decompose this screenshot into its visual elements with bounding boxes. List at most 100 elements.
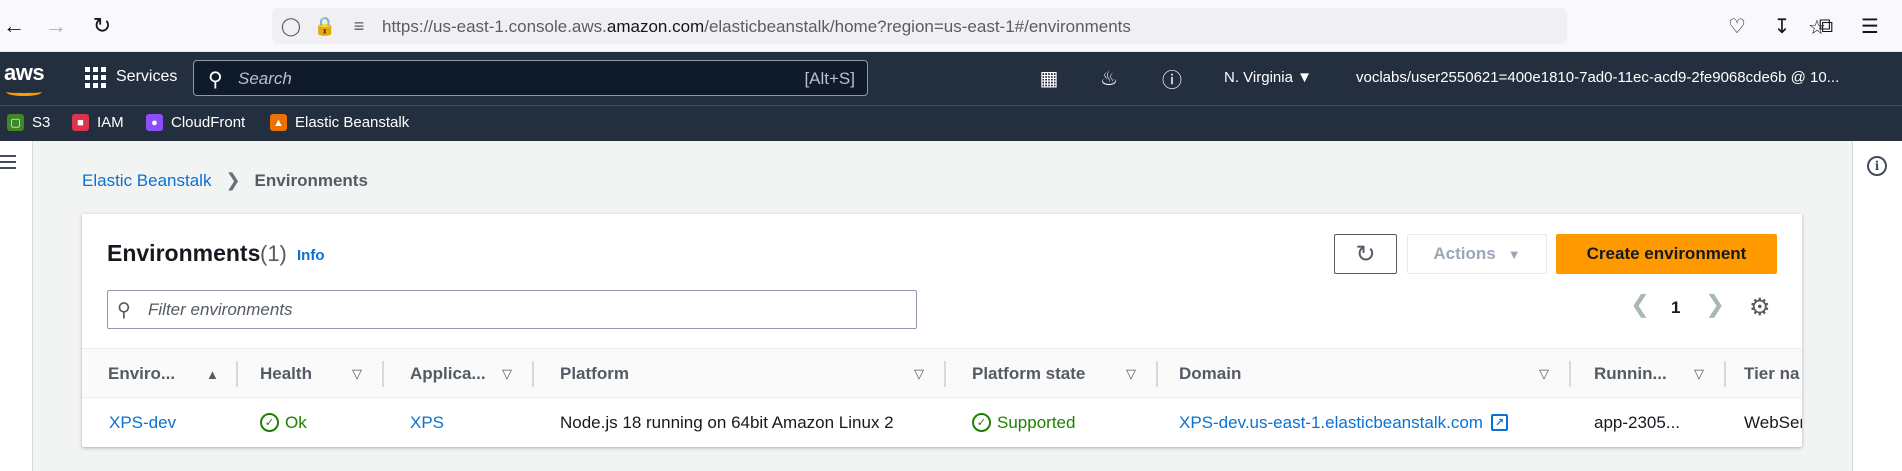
aws-top-nav: aws Services ⚲ Search [Alt+S] ▦ ♨ ⓘ N. V… — [0, 52, 1902, 105]
column-tier[interactable]: Tier na — [1744, 349, 1802, 399]
column-label: Tier na — [1744, 364, 1800, 383]
environment-count: (1) — [260, 241, 287, 266]
sort-icon[interactable]: ▽ — [1539, 366, 1549, 382]
sort-icon[interactable]: ▽ — [1694, 366, 1704, 382]
favorite-label: IAM — [97, 114, 124, 131]
check-circle-icon: ✓ — [972, 413, 991, 432]
region-selector[interactable]: N. Virginia ▼ — [1224, 69, 1312, 86]
sort-icon[interactable]: ▽ — [914, 366, 924, 382]
notifications-bell-icon[interactable]: ♨ — [1096, 65, 1122, 91]
column-label: Enviro... — [108, 364, 176, 383]
pocket-icon[interactable]: ♡ — [1723, 12, 1751, 40]
sort-icon[interactable]: ▽ — [352, 366, 362, 382]
favorite-label: CloudFront — [171, 114, 246, 131]
aws-smile-icon — [6, 88, 42, 96]
aws-logo[interactable]: aws — [4, 60, 45, 86]
column-application[interactable]: Applica... ▽ — [410, 349, 534, 399]
column-divider[interactable] — [1156, 361, 1158, 387]
sort-icon[interactable]: ▽ — [1126, 366, 1136, 382]
browser-toolbar: ← → ↻ ◯ 🔒 ≡ https://us-east-1.console.aw… — [0, 0, 1902, 52]
column-label: Applica... — [410, 364, 486, 383]
breadcrumb-elastic-beanstalk[interactable]: Elastic Beanstalk — [82, 171, 211, 191]
environment-link[interactable]: XPS-dev — [109, 398, 176, 447]
refresh-button[interactable]: ↻ — [1334, 234, 1397, 274]
cloudfront-icon: ● — [146, 114, 163, 131]
favorite-iam[interactable]: ■ IAM — [72, 114, 124, 131]
breadcrumb: Elastic Beanstalk ❯ Environments — [82, 170, 368, 191]
column-divider[interactable] — [236, 361, 238, 387]
column-platform[interactable]: Platform ▽ — [560, 349, 946, 399]
column-label: Health — [260, 364, 312, 383]
cloudshell-icon[interactable]: ▦ — [1036, 65, 1062, 91]
breadcrumb-current: Environments — [254, 170, 368, 190]
extensions-icon[interactable]: ⧉ — [1812, 12, 1840, 40]
account-menu[interactable]: voclabs/user2550621=400e1810-7ad0-11ec-a… — [1356, 69, 1839, 86]
reload-icon[interactable]: ↻ — [88, 12, 116, 40]
lock-icon[interactable]: 🔒 — [314, 15, 336, 37]
domain-label: XPS-dev.us-east-1.elasticbeanstalk.com — [1179, 412, 1483, 432]
platform-state-label: Supported — [997, 412, 1076, 432]
column-label: Platform state — [972, 364, 1086, 383]
services-grid-icon[interactable] — [85, 67, 106, 88]
column-divider[interactable] — [1724, 361, 1726, 387]
actions-button[interactable]: Actions ▼ — [1407, 234, 1547, 274]
column-divider[interactable] — [382, 361, 384, 387]
chevron-right-icon: ❯ — [225, 170, 241, 190]
favorite-cloudfront[interactable]: ● CloudFront — [146, 114, 245, 131]
column-divider[interactable] — [944, 361, 946, 387]
page-number[interactable]: 1 — [1671, 298, 1680, 318]
favorite-s3[interactable]: ▢ S3 — [7, 114, 50, 131]
permissions-icon[interactable]: ≡ — [348, 15, 370, 37]
check-circle-icon: ✓ — [260, 413, 279, 432]
gear-icon[interactable]: ⚙ — [1749, 293, 1771, 322]
column-running-version[interactable]: Runnin... ▽ — [1594, 349, 1726, 399]
s3-icon: ▢ — [7, 114, 24, 131]
create-environment-button[interactable]: Create environment — [1556, 234, 1777, 274]
elastic-beanstalk-icon: ▲ — [270, 114, 287, 131]
filter-environments-input[interactable]: ⚲ Filter environments — [107, 290, 917, 329]
column-divider[interactable] — [532, 361, 534, 387]
search-input[interactable]: ⚲ Search [Alt+S] — [193, 60, 868, 96]
health-label: Ok — [285, 412, 307, 432]
refresh-icon: ↻ — [1355, 240, 1376, 268]
caret-down-icon: ▼ — [1507, 246, 1521, 262]
search-icon: ⚲ — [117, 300, 131, 321]
favorite-label: S3 — [32, 114, 51, 131]
download-icon[interactable]: ↧ — [1768, 12, 1796, 40]
info-link[interactable]: Info — [297, 247, 325, 264]
shield-icon[interactable]: ◯ — [280, 15, 302, 37]
actions-label: Actions — [1433, 244, 1496, 263]
help-icon[interactable]: ⓘ — [1159, 65, 1185, 92]
menu-icon[interactable]: ☰ — [1856, 12, 1884, 40]
health-status: ✓ Ok — [260, 398, 307, 447]
column-environment[interactable]: Enviro... ▲ — [108, 349, 238, 399]
favorites-bar: ▢ S3 ■ IAM ● CloudFront ▲ Elastic Beanst… — [0, 105, 1902, 141]
iam-icon: ■ — [72, 114, 89, 131]
column-divider[interactable] — [1569, 361, 1571, 387]
url-text[interactable]: https://us-east-1.console.aws.amazon.com… — [382, 17, 1131, 37]
address-bar[interactable]: ◯ 🔒 ≡ https://us-east-1.console.aws.amaz… — [272, 8, 1826, 44]
next-page-icon[interactable]: ❯ — [1705, 290, 1725, 319]
column-label: Domain — [1179, 364, 1242, 383]
panel-title: Environments — [107, 240, 261, 266]
environments-panel: Environments (1) Info ↻ Actions ▼ Create… — [82, 214, 1802, 447]
sort-ascending-icon[interactable]: ▲ — [206, 367, 219, 382]
search-placeholder: Search — [238, 69, 292, 88]
platform-cell: Node.js 18 running on 64bit Amazon Linux… — [560, 412, 894, 432]
domain-link[interactable]: XPS-dev.us-east-1.elasticbeanstalk.com ↗ — [1179, 398, 1508, 447]
running-version-cell: app-2305... — [1594, 412, 1681, 432]
previous-page-icon[interactable]: ❮ — [1630, 290, 1650, 319]
external-link-icon: ↗ — [1490, 414, 1508, 431]
column-platform-state[interactable]: Platform state ▽ — [972, 349, 1158, 399]
services-menu[interactable]: Services — [116, 68, 177, 86]
application-link[interactable]: XPS — [410, 398, 444, 447]
platform-state: ✓ Supported — [972, 398, 1075, 447]
info-panel-icon[interactable]: i — [1867, 156, 1887, 176]
column-health[interactable]: Health ▽ — [260, 349, 384, 399]
column-domain[interactable]: Domain ▽ — [1179, 349, 1579, 399]
sort-icon[interactable]: ▽ — [502, 366, 512, 382]
back-icon[interactable]: ← — [0, 12, 28, 40]
forward-icon[interactable]: → — [42, 12, 70, 40]
favorite-elastic-beanstalk[interactable]: ▲ Elastic Beanstalk — [270, 114, 409, 131]
hamburger-menu-icon[interactable] — [0, 155, 16, 169]
